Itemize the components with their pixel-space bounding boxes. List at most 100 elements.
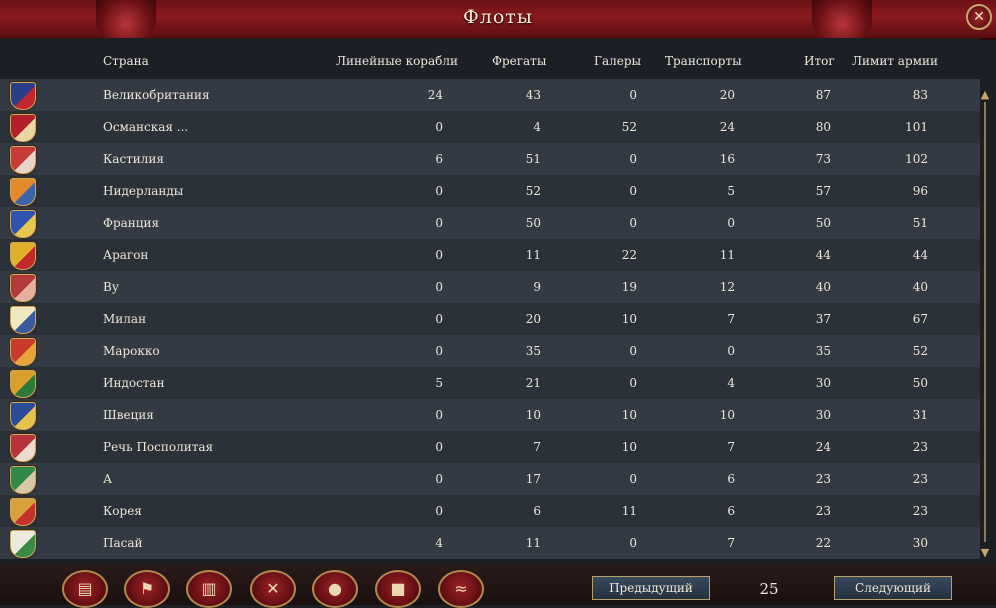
country-flag-icon[interactable] <box>10 306 36 334</box>
previous-page-button[interactable]: Предыдущий <box>592 576 710 600</box>
cell-frigates: 11 <box>525 536 541 550</box>
country-flag-icon[interactable] <box>10 402 36 430</box>
cell-transports: 0 <box>727 216 735 230</box>
cell-total: 30 <box>815 376 831 390</box>
column-header-transports[interactable]: Транспорты <box>665 54 742 68</box>
table-row[interactable]: Милан 0 20 10 7 37 67 <box>0 303 980 335</box>
table-row[interactable]: А 0 17 0 6 23 23 <box>0 463 980 495</box>
buildings-icon[interactable]: ▥ <box>186 570 232 608</box>
cell-galleys: 0 <box>629 88 637 102</box>
cell-ships-of-line: 0 <box>435 344 443 358</box>
cell-ships-of-line: 0 <box>435 312 443 326</box>
country-name: Швеция <box>103 408 154 422</box>
title-bar: Флоты ✕ <box>0 0 996 40</box>
column-header-country[interactable]: Страна <box>103 54 149 68</box>
cell-total: 35 <box>815 344 831 358</box>
cell-galleys: 10 <box>621 408 637 422</box>
close-icon[interactable]: ✕ <box>966 4 992 30</box>
table-row[interactable]: Нидерланды 0 52 0 5 57 96 <box>0 175 980 207</box>
cell-ships-of-line: 0 <box>435 216 443 230</box>
country-flag-icon[interactable] <box>10 274 36 302</box>
cell-ships-of-line: 0 <box>435 184 443 198</box>
cell-total: 22 <box>815 536 831 550</box>
cell-transports: 7 <box>727 440 735 454</box>
cell-ships-of-line: 5 <box>435 376 443 390</box>
scroll-icon[interactable]: ▤ <box>62 570 108 608</box>
cell-total: 24 <box>815 440 831 454</box>
cell-total: 80 <box>815 120 831 134</box>
table-row[interactable]: Индостан 5 21 0 4 30 50 <box>0 367 980 399</box>
cell-limit: 44 <box>912 248 928 262</box>
cell-limit: 30 <box>912 536 928 550</box>
country-flag-icon[interactable] <box>10 530 36 558</box>
country-flag-icon[interactable] <box>10 370 36 398</box>
cell-total: 37 <box>815 312 831 326</box>
table-row[interactable]: Арагон 0 11 22 11 44 44 <box>0 239 980 271</box>
cell-total: 57 <box>815 184 831 198</box>
cell-frigates: 17 <box>525 472 541 486</box>
column-header-limit[interactable]: Лимит армии <box>852 54 938 68</box>
scroll-up-icon[interactable]: ▲ <box>979 88 991 102</box>
crossed-swords-icon[interactable]: ✕ <box>250 570 296 608</box>
country-flag-icon[interactable] <box>10 146 36 174</box>
table-row[interactable]: Марокко 0 35 0 0 35 52 <box>0 335 980 367</box>
scroll-track[interactable] <box>984 102 986 542</box>
cell-frigates: 6 <box>533 504 541 518</box>
table-row[interactable]: Кастилия 6 51 0 16 73 102 <box>0 143 980 175</box>
cell-galleys: 0 <box>629 536 637 550</box>
country-flag-icon[interactable] <box>10 466 36 494</box>
country-flag-icon[interactable] <box>10 338 36 366</box>
cell-total: 40 <box>815 280 831 294</box>
country-name: Пасай <box>103 536 143 550</box>
scroll-down-icon[interactable]: ▼ <box>979 546 991 560</box>
cell-limit: 101 <box>905 120 928 134</box>
cell-limit: 50 <box>912 376 928 390</box>
column-header-galleys[interactable]: Галеры <box>594 54 641 68</box>
column-header-total[interactable]: Итог <box>804 54 835 68</box>
country-flag-icon[interactable] <box>10 210 36 238</box>
cell-total: 23 <box>815 504 831 518</box>
country-flag-icon[interactable] <box>10 434 36 462</box>
column-header-ships-of-line[interactable]: Линейные корабли <box>336 54 458 68</box>
cell-frigates: 50 <box>525 216 541 230</box>
handshake-icon[interactable]: ≈ <box>438 570 484 608</box>
table-row[interactable]: Франция 0 50 0 0 50 51 <box>0 207 980 239</box>
country-name: А <box>103 472 113 486</box>
cell-limit: 23 <box>912 504 928 518</box>
table-row[interactable]: Великобритания 24 43 0 20 87 83 <box>0 79 980 111</box>
scrollbar[interactable]: ▲ ▼ <box>978 80 992 562</box>
coins-icon[interactable]: ● <box>312 570 358 608</box>
cell-transports: 20 <box>719 88 735 102</box>
country-flag-icon[interactable] <box>10 82 36 110</box>
cell-frigates: 21 <box>525 376 541 390</box>
table-row[interactable]: Пасай 4 11 0 7 22 30 <box>0 527 980 559</box>
cell-limit: 67 <box>912 312 928 326</box>
page-number: 25 <box>759 580 779 598</box>
cell-ships-of-line: 6 <box>435 152 443 166</box>
cell-galleys: 11 <box>621 504 637 518</box>
country-flag-icon[interactable] <box>10 242 36 270</box>
table-row[interactable]: Ву 0 9 19 12 40 40 <box>0 271 980 303</box>
table-row[interactable]: Османская ... 0 4 52 24 80 101 <box>0 111 980 143</box>
crate-icon[interactable]: ■ <box>375 570 421 608</box>
cell-transports: 12 <box>719 280 735 294</box>
cell-ships-of-line: 0 <box>435 408 443 422</box>
cell-transports: 6 <box>727 472 735 486</box>
table-row[interactable]: Швеция 0 10 10 10 30 31 <box>0 399 980 431</box>
country-name: Арагон <box>103 248 149 262</box>
table-row[interactable]: Корея 0 6 11 6 23 23 <box>0 495 980 527</box>
table-row[interactable]: Речь Посполитая 0 7 10 7 24 23 <box>0 431 980 463</box>
country-name: Османская ... <box>103 120 189 134</box>
country-flag-icon[interactable] <box>10 114 36 142</box>
flag-icon[interactable]: ⚑ <box>124 570 170 608</box>
cell-galleys: 0 <box>629 344 637 358</box>
column-header-frigates[interactable]: Фрегаты <box>492 54 546 68</box>
cell-transports: 11 <box>719 248 735 262</box>
cell-limit: 52 <box>912 344 928 358</box>
cell-limit: 40 <box>912 280 928 294</box>
cell-total: 23 <box>815 472 831 486</box>
country-flag-icon[interactable] <box>10 178 36 206</box>
country-flag-icon[interactable] <box>10 498 36 526</box>
cell-total: 87 <box>815 88 831 102</box>
next-page-button[interactable]: Следующий <box>834 576 952 600</box>
